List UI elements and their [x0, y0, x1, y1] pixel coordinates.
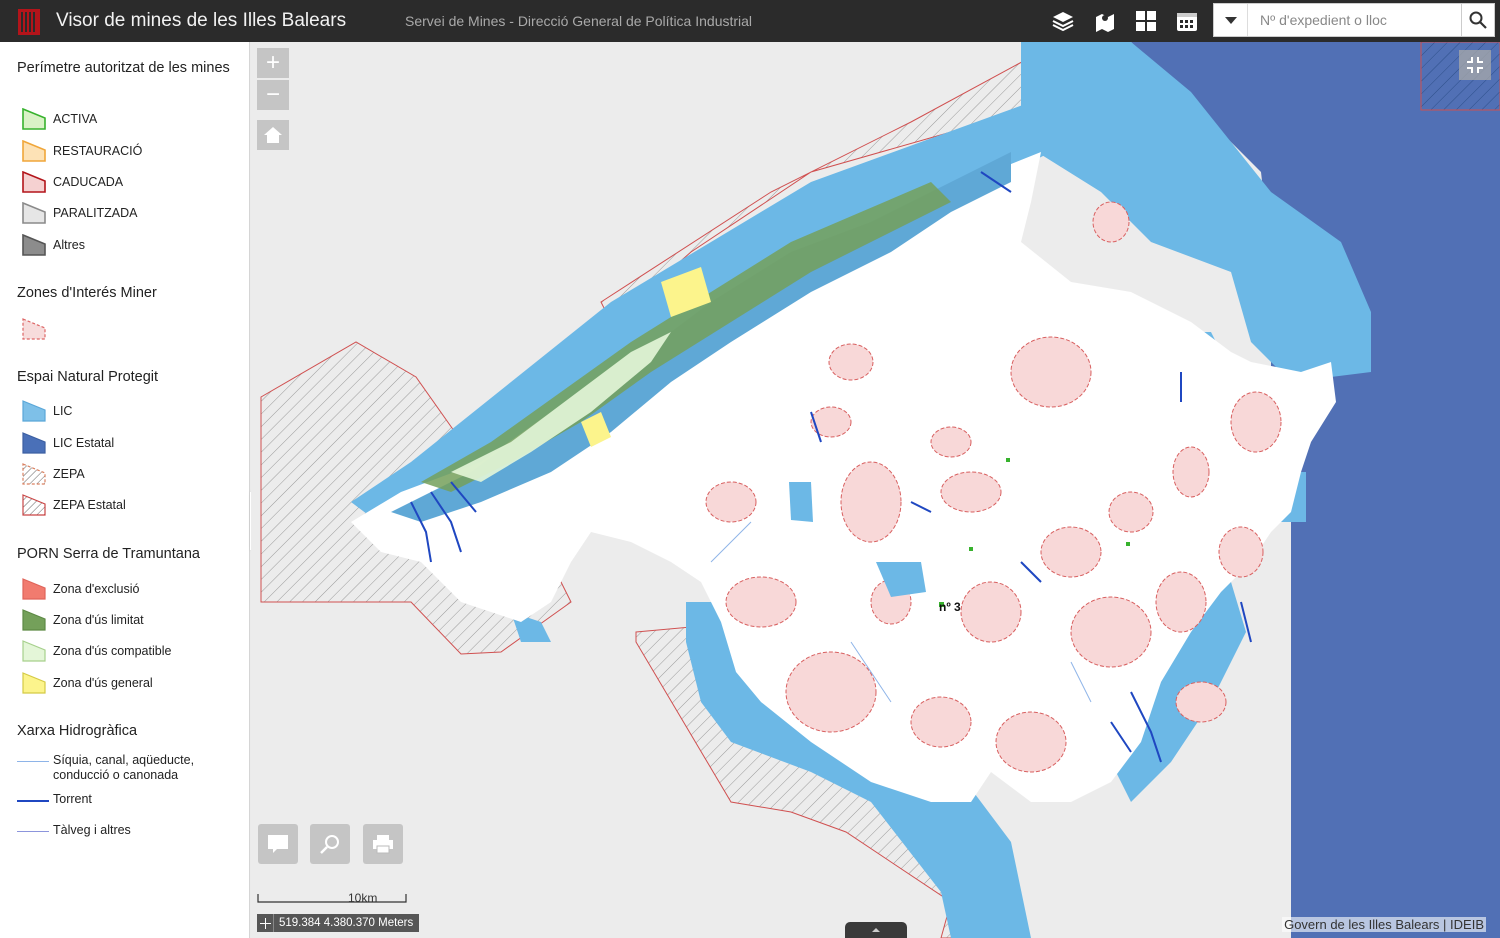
legend-panel: Perímetre autoritzat de les mines ACTIVA…: [0, 42, 250, 938]
scale-bar: [257, 894, 407, 903]
app-title: Visor de mines de les Illes Balears: [56, 10, 347, 31]
print-icon: [373, 835, 393, 854]
basemap-icon[interactable]: [1090, 6, 1120, 36]
legend-item-us-compatible: Zona d'ús compatible: [22, 640, 171, 662]
chevron-up-icon: [872, 928, 880, 932]
legend-item-paralitzada: PARALITZADA: [22, 202, 138, 224]
legend-item-interes-miner: [22, 318, 46, 340]
app-header: Visor de mines de les Illes Balears Serv…: [0, 0, 1500, 42]
home-button[interactable]: [257, 120, 289, 150]
legend-title-xarxa: Xarxa Hidrogràfica: [17, 723, 138, 739]
annotation-icon: [268, 835, 288, 853]
map-view[interactable]: + − 10km 519.384 4.380.370 Meters nº 3 G…: [251, 42, 1500, 938]
legend-item-torrent: Torrent: [17, 792, 223, 807]
zoom-in-button[interactable]: +: [257, 48, 289, 78]
annotation-button[interactable]: [258, 824, 298, 864]
fullscreen-button[interactable]: [1459, 50, 1491, 80]
bottom-panel-toggle[interactable]: [845, 922, 907, 938]
zoom-search-icon: [320, 835, 339, 854]
search-box: [1213, 3, 1495, 37]
map-canvas: [260, 42, 1500, 938]
legend-item-siquia: Síquia, canal, aqüeducte, conducció o ca…: [17, 753, 223, 783]
legend-item-us-limitat: Zona d'ús limitat: [22, 609, 144, 631]
legend-item-zepa-estatal: ZEPA Estatal: [22, 494, 126, 516]
legend-item-zepa: ZEPA: [22, 463, 85, 485]
search-type-dropdown[interactable]: [1214, 4, 1248, 36]
search-input[interactable]: [1248, 4, 1461, 36]
mine-marker-label: nº 3: [939, 600, 961, 614]
legend-title-espai: Espai Natural Protegit: [17, 369, 159, 385]
home-icon: [264, 127, 282, 143]
lic-lake-1: [789, 482, 813, 522]
coordinate-readout[interactable]: 519.384 4.380.370 Meters: [257, 914, 420, 932]
scale-label: 10km: [348, 891, 378, 905]
legend-item-lic-estatal: LIC Estatal: [22, 432, 114, 454]
zoom-search-button[interactable]: [310, 824, 350, 864]
chevron-down-icon: [1224, 17, 1237, 24]
govern-logo: [18, 9, 40, 35]
map-attribution: Govern de les Illes Balears | IDEIB: [1282, 917, 1486, 932]
grid-icon[interactable]: [1131, 6, 1161, 36]
legend-item-us-general: Zona d'ús general: [22, 672, 153, 694]
legend-item-exclusio: Zona d'exclusió: [22, 578, 139, 600]
crosshair-icon: [257, 914, 274, 932]
search-button[interactable]: [1461, 4, 1494, 36]
app-subtitle: Servei de Mines - Direcció General de Po…: [405, 13, 753, 29]
legend-item-altres: Altres: [22, 234, 85, 256]
legend-item-caducada: CADUCADA: [22, 171, 123, 193]
legend-item-talveg: Tàlveg i altres: [17, 823, 223, 838]
legend-item-lic: LIC: [22, 400, 72, 422]
legend-item-activa: ACTIVA: [22, 108, 97, 130]
coordinate-text: 519.384 4.380.370 Meters: [279, 917, 414, 929]
legend-title-porn: PORN Serra de Tramuntana: [17, 546, 200, 562]
legend-title-interes: Zones d'Interés Miner: [17, 285, 157, 301]
legend-title-perimetre: Perímetre autoritzat de les mines: [17, 60, 230, 76]
calendar-icon[interactable]: [1172, 6, 1202, 36]
collapse-icon: [1467, 57, 1483, 73]
search-icon: [1469, 11, 1487, 29]
print-button[interactable]: [363, 824, 403, 864]
zoom-out-button[interactable]: −: [257, 80, 289, 110]
legend-item-restauracio: RESTAURACIÓ: [22, 140, 142, 162]
layers-icon[interactable]: [1048, 6, 1078, 36]
